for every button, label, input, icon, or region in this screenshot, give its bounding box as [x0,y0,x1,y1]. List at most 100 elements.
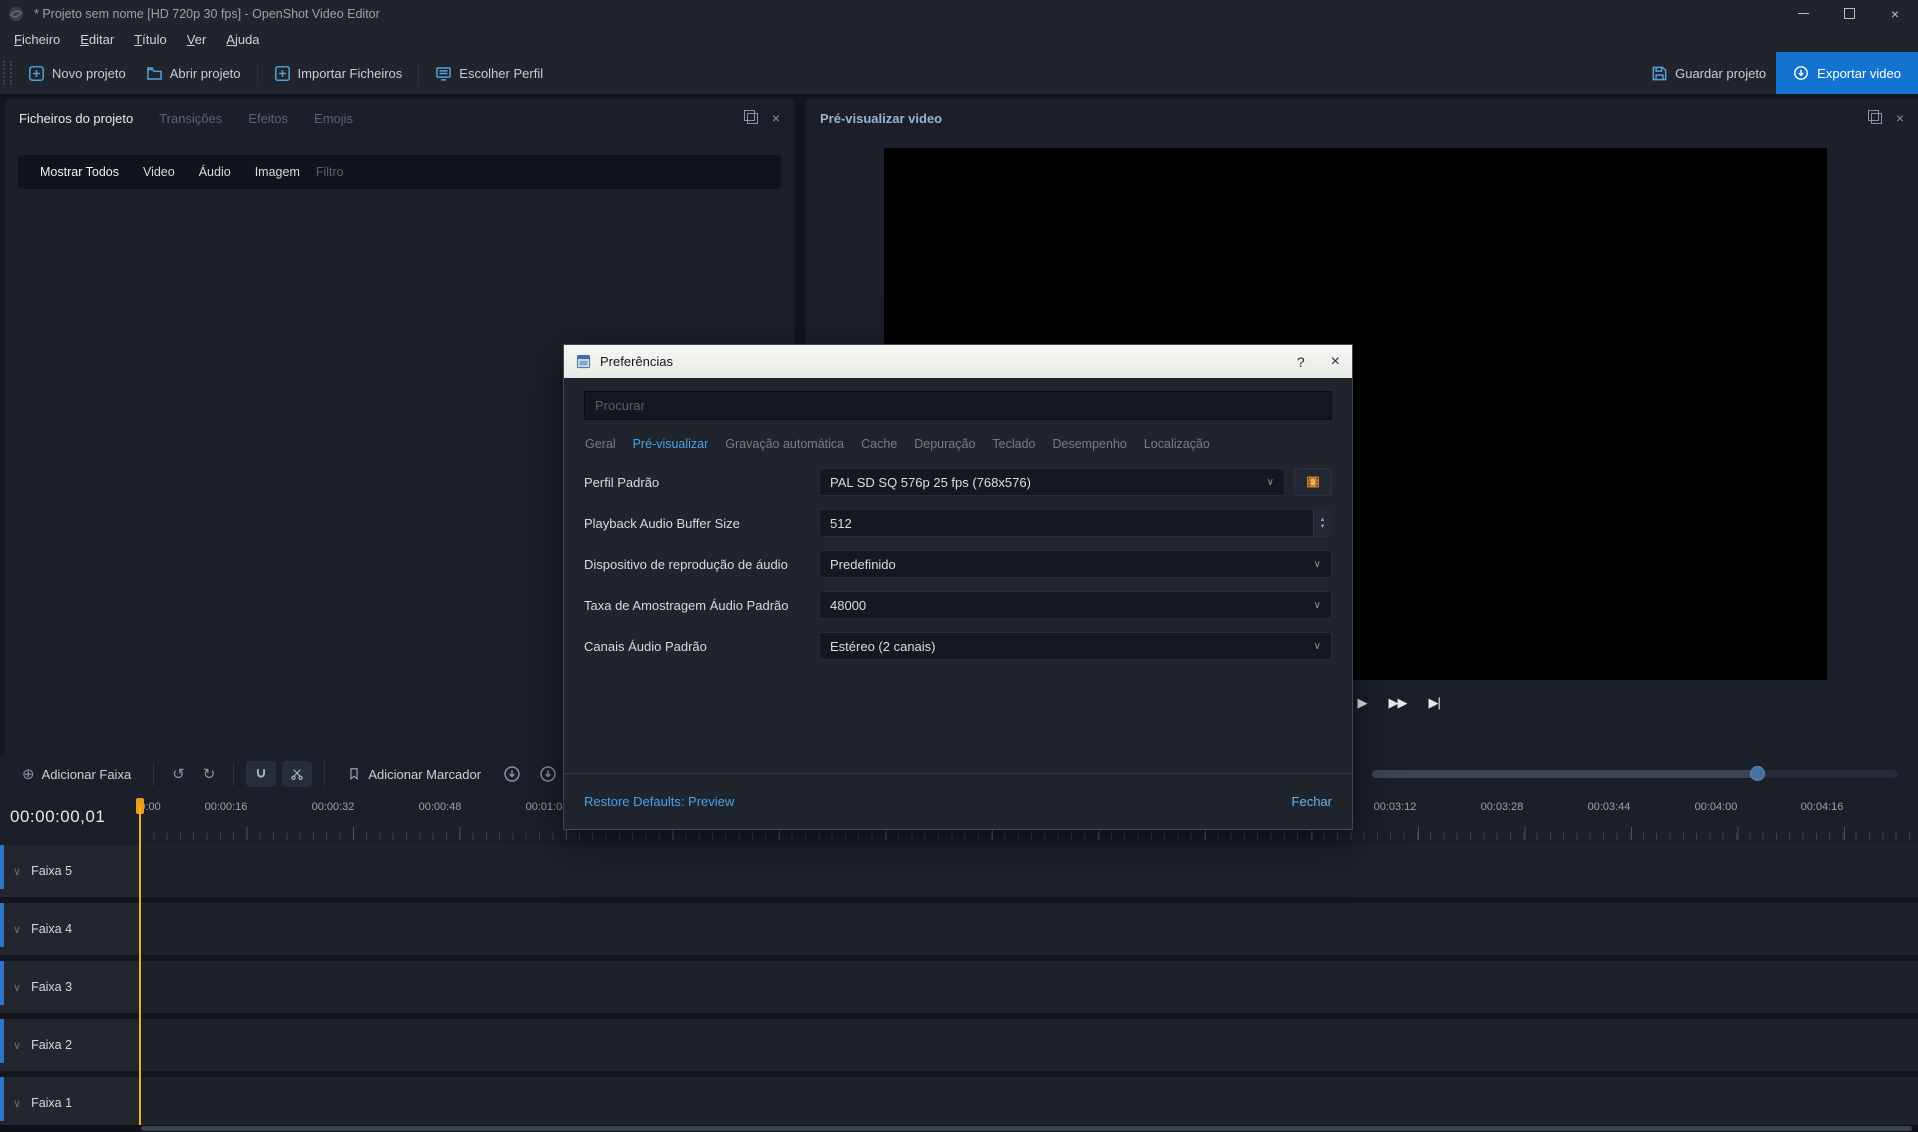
slider-thumb[interactable] [1750,766,1765,781]
spinner-buttons[interactable]: ▲ ▼ [1313,510,1331,536]
menu-ficheiro[interactable]: Ficheiro [4,29,70,50]
filter-video-button[interactable]: Video [133,161,185,183]
add-track-button[interactable]: ⊕ Adicionar Faixa [12,760,141,788]
preferences-dialog: Preferências ? × Geral Pré-visualizar Gr… [563,344,1353,830]
filter-show-all-button[interactable]: Mostrar Todos [30,161,129,183]
undock-panel-icon[interactable] [1871,113,1882,124]
tab-localizacao[interactable]: Localização [1144,437,1210,451]
fechar-button[interactable]: Fechar [1292,794,1332,809]
choose-profile-icon [435,65,452,82]
redo-button[interactable]: ↻ [197,765,222,783]
tab-desempenho[interactable]: Desempenho [1053,437,1127,451]
razor-tool-button[interactable] [282,761,312,787]
audio-buffer-size-spinner[interactable]: 512 ▲ ▼ [819,509,1332,537]
audio-playback-device-select[interactable]: Predefinido ∨ [819,550,1332,578]
timeline-track-faixa-2[interactable]: ∨ Faixa 2 [0,1019,1918,1071]
restore-defaults-link[interactable]: Restore Defaults: Preview [584,794,734,809]
dialog-titlebar[interactable]: Preferências ? × [564,345,1352,378]
import-files-button[interactable]: Importar Ficheiros [264,57,413,89]
open-project-button[interactable]: Abrir projeto [136,57,251,89]
profile-browser-button[interactable] [1294,468,1332,496]
tab-project-files[interactable]: Ficheiros do projeto [19,111,133,126]
snapping-magnet-button[interactable] [246,761,276,787]
filter-audio-button[interactable]: Áudio [189,161,241,183]
menu-editar[interactable]: Editar [70,29,124,50]
close-button[interactable]: × [1872,0,1918,27]
import-files-label: Importar Ficheiros [298,66,403,81]
tab-pre-visualizar[interactable]: Pré-visualizar [633,437,709,451]
timeline-track-faixa-3[interactable]: ∨ Faixa 3 [0,961,1918,1013]
timeline-horizontal-scrollbar[interactable] [0,1125,1918,1132]
field-label: Canais Áudio Padrão [584,639,799,654]
dialog-help-button[interactable]: ? [1297,354,1305,370]
track-lane[interactable] [140,903,1918,955]
fast-forward-button[interactable]: ▶▶ [1389,695,1407,711]
close-panel-icon[interactable]: × [772,111,780,125]
menu-titulo[interactable]: Título [124,29,177,50]
play-button[interactable]: ▶ [1358,695,1367,711]
track-header[interactable]: ∨ Faixa 4 [0,903,140,955]
dialog-close-button[interactable]: × [1331,353,1340,371]
next-marker-button[interactable] [533,765,563,783]
track-lane[interactable] [140,1077,1918,1125]
default-sample-rate-select[interactable]: 48000 ∨ [819,591,1332,619]
filter-input[interactable] [314,164,769,180]
toolbar-grip[interactable] [3,61,12,85]
track-lane[interactable] [140,845,1918,897]
undo-button[interactable]: ↺ [166,765,191,783]
tab-geral[interactable]: Geral [585,437,616,451]
chevron-down-icon: ∨ [1314,600,1321,611]
main-toolbar: Novo projeto Abrir projeto Importar Fich… [0,52,1918,94]
tab-teclado[interactable]: Teclado [992,437,1035,451]
tab-depuracao[interactable]: Depuração [914,437,975,451]
track-header[interactable]: ∨ Faixa 3 [0,961,140,1013]
chevron-down-icon[interactable]: ∨ [13,865,21,878]
previous-marker-button[interactable] [497,765,527,783]
window-titlebar[interactable]: * Projeto sem nome [HD 720p 30 fps] - Op… [0,0,1918,27]
add-marker-button[interactable]: Adicionar Marcador [337,760,491,788]
jump-end-button[interactable]: ▶| [1429,695,1440,711]
timeline-track-faixa-4[interactable]: ∨ Faixa 4 [0,903,1918,955]
timeline-track-faixa-1[interactable]: ∨ Faixa 1 [0,1077,1918,1125]
chevron-down-icon: ∨ [1314,641,1321,652]
menu-ver[interactable]: Ver [177,29,217,50]
tab-transitions[interactable]: Transições [159,111,222,126]
import-files-icon [274,65,291,82]
chevron-down-icon[interactable]: ∨ [13,1039,21,1052]
filter-image-button[interactable]: Imagem [245,161,310,183]
chevron-down-icon[interactable]: ∨ [13,923,21,936]
track-label: Faixa 1 [31,1096,72,1110]
add-track-icon: ⊕ [22,765,35,783]
default-profile-select[interactable]: PAL SD SQ 576p 25 fps (768x576) ∨ [819,468,1285,496]
spin-up-icon[interactable]: ▲ [1320,517,1326,523]
timeline-zoom-slider[interactable] [1372,766,1898,782]
choose-profile-button[interactable]: Escolher Perfil [425,57,553,89]
minimize-button[interactable] [1780,0,1826,27]
chevron-down-icon[interactable]: ∨ [13,981,21,994]
field-label: Dispositivo de reprodução de áudio [584,557,799,572]
new-project-button[interactable]: Novo projeto [18,57,136,89]
spin-down-icon[interactable]: ▼ [1320,524,1326,530]
track-header[interactable]: ∨ Faixa 1 [0,1077,140,1125]
preferences-search-input[interactable] [584,391,1332,420]
scrollbar-thumb[interactable] [141,1126,1912,1131]
menu-ajuda[interactable]: Ajuda [216,29,269,50]
tab-gravacao-automatica[interactable]: Gravação automática [725,437,844,451]
playhead[interactable] [139,806,141,1125]
track-header[interactable]: ∨ Faixa 2 [0,1019,140,1071]
track-header[interactable]: ∨ Faixa 5 [0,845,140,897]
chevron-down-icon[interactable]: ∨ [13,1097,21,1110]
track-lane[interactable] [140,1019,1918,1071]
export-video-button[interactable]: Exportar video [1776,52,1918,94]
undock-panel-icon[interactable] [747,113,758,124]
track-lane[interactable] [140,961,1918,1013]
default-audio-channels-select[interactable]: Estéreo (2 canais) ∨ [819,632,1332,660]
maximize-button[interactable] [1826,0,1872,27]
tab-emojis[interactable]: Emojis [314,111,353,126]
tab-effects[interactable]: Efeitos [248,111,288,126]
close-panel-icon[interactable]: × [1896,111,1904,125]
save-project-button[interactable]: Guardar projeto [1641,57,1776,89]
tab-cache[interactable]: Cache [861,437,897,451]
timeline-track-faixa-5[interactable]: ∨ Faixa 5 [0,845,1918,897]
add-track-label: Adicionar Faixa [42,767,132,782]
